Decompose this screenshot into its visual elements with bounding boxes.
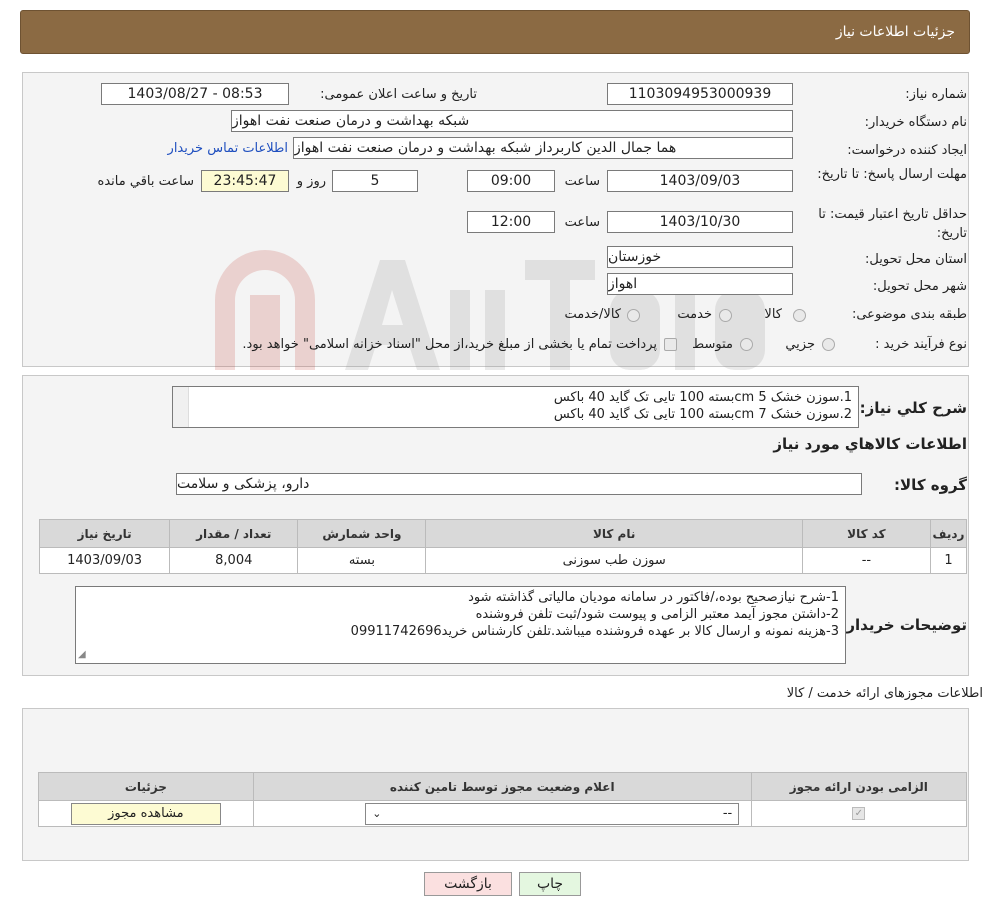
cell-quantity: 8,004 [169,547,299,574]
announce-label: تاریخ و ساعت اعلان عمومی: [320,87,477,102]
need-number-label: شماره نیاز: [905,87,967,102]
remaining-label: ساعت باقي مانده [97,174,194,189]
col-row-number: رديف [929,519,968,548]
buyer-notes-label: توضیحات خریدار: [840,616,967,634]
deadline-time-label: ساعت [564,174,600,189]
col-need-date: تاریخ نیاز [38,519,171,548]
page-title: جزئیات اطلاعات نیاز [835,24,955,40]
days-label: روز و [296,174,326,189]
permit-required-checkbox: ✓ [852,807,866,820]
category-radio-service[interactable] [719,309,732,322]
resize-handle-icon[interactable]: ◢ [78,646,86,663]
cell-goods-name: سوزن طب سوزنی [425,547,803,574]
view-permit-button[interactable]: مشاهده مجوز [70,802,221,825]
col-goods-name: نام کالا [425,519,803,548]
col-unit: واحد شمارش [297,519,427,548]
process-label: نوع فرآیند خرید : [875,337,967,352]
cell-permit-details: مشاهده مجوز [38,800,254,827]
city-label: شهر محل تحویل: [872,279,967,294]
process-radio-minor[interactable] [822,338,835,351]
buyer-note-line-2: 2-داشتن مجوز آیمد معتبر الزامی و پیوست ش… [475,607,839,622]
table-row: 1 -- سوزن طب سوزنی بسته 8,004 1403/09/03 [38,547,968,574]
permit-status-select[interactable]: ⌄ -- [365,802,740,825]
buyer-note-line-1: 1-شرح نیازصحیح بوده،/فاکتور در سامانه مو… [468,590,839,605]
city-field: اهواز [607,273,793,295]
col-permit-status: اعلام وضعیت مجوز توسط تامین کننده [252,772,752,801]
summary-line-2: 2.سوزن خشک 7 cmبسته 100 تایی تک گاید 40 … [553,407,852,422]
buyer-org-field: شبکه بهداشت و درمان صنعت نفت اهواز [231,110,793,132]
deadline-label: مهلت ارسال پاسخ: تا تاریخ: [817,167,967,182]
summary-label: شرح کلي نياز: [859,399,967,417]
cell-unit: بسته [297,547,427,574]
province-field: خوزستان [607,246,793,268]
summary-scrollbar[interactable] [173,387,189,427]
category-label: طبقه بندی موضوعی: [851,307,967,322]
permits-table-header: الزامی بودن ارائه مجوز اعلام وضعیت مجوز … [38,772,968,801]
col-permit-details: جزئیات [38,772,254,801]
buyer-contact-link[interactable]: اطلاعات تماس خریدار [168,141,288,156]
creator-label: ایجاد کننده درخواست: [847,143,967,158]
category-option-goods: کالا [764,307,782,322]
province-label: استان محل تحویل: [865,252,967,267]
cell-goods-code: -- [801,547,931,574]
goods-group-label: گروه کالا: [894,476,967,494]
days-field: 5 [332,170,418,192]
category-option-goods-service: کالا/خدمت [564,307,621,322]
cell-need-date: 1403/09/03 [38,547,171,574]
price-valid-time-field: 12:00 [467,211,555,233]
category-option-service: خدمت [677,307,712,322]
chevron-down-icon: ⌄ [372,807,382,820]
goods-group-field: دارو، پزشکی و سلامت [176,473,862,495]
print-button[interactable]: چاپ [519,872,581,896]
summary-textarea[interactable]: 1.سوزن خشک 5 cmبسته 100 تایی تک گاید 40 … [172,386,859,428]
category-radio-goods[interactable] [793,309,806,322]
goods-table: رديف کد کالا نام کالا واحد شمارش تعداد /… [38,519,968,574]
goods-table-header: رديف کد کالا نام کالا واحد شمارش تعداد /… [38,519,968,548]
creator-field: هما جمال الدین کاربرداز شبکه بهداشت و در… [293,137,793,159]
col-goods-code: کد کالا [801,519,931,548]
summary-line-1: 1.سوزن خشک 5 cmبسته 100 تایی تک گاید 40 … [553,390,852,405]
buyer-notes-textarea[interactable]: 1-شرح نیازصحیح بوده،/فاکتور در سامانه مو… [75,586,846,664]
process-option-minor: جزيي [785,337,815,352]
category-radio-goods-service[interactable] [627,309,640,322]
cell-permit-required: ✓ [750,800,968,827]
page-header: جزئیات اطلاعات نیاز [20,10,970,54]
need-number-field: 1103094953000939 [607,83,793,105]
permit-status-value: -- [722,806,733,821]
process-checkbox-treasury[interactable] [664,338,677,351]
price-valid-label: حداقل تاریخ اعتبار قیمت: تا تاریخ: [818,207,967,241]
col-permit-required: الزامی بودن ارائه مجوز [750,772,968,801]
announce-field: 1403/08/27 - 08:53 [101,83,289,105]
remaining-time-field: 23:45:47 [201,170,289,192]
buyer-note-line-3: 3-هزینه نمونه و ارسال کالا بر عهده فروشن… [350,624,839,639]
goods-title: اطلاعات کالاهاي مورد نياز [773,435,967,453]
price-valid-time-label: ساعت [564,215,600,230]
col-quantity: تعداد / مقدار [169,519,299,548]
process-note: پرداخت تمام یا بخشی از مبلغ خرید،از محل … [242,337,657,352]
back-button[interactable]: بازگشت [424,872,512,896]
process-radio-medium[interactable] [740,338,753,351]
cell-row-number: 1 [929,547,968,574]
deadline-time-field: 09:00 [467,170,555,192]
cell-permit-status: ⌄ -- [252,800,752,827]
buyer-org-label: نام دستگاه خریدار: [864,115,967,130]
process-option-medium: متوسط [692,337,733,352]
price-valid-date-field: 1403/10/30 [607,211,793,233]
deadline-date-field: 1403/09/03 [607,170,793,192]
table-row: ✓ ⌄ -- مشاهده مجوز [38,800,968,827]
permits-title: اطلاعات مجوزهای ارائه خدمت / کالا [786,686,983,701]
permits-table: الزامی بودن ارائه مجوز اعلام وضعیت مجوز … [38,772,968,827]
